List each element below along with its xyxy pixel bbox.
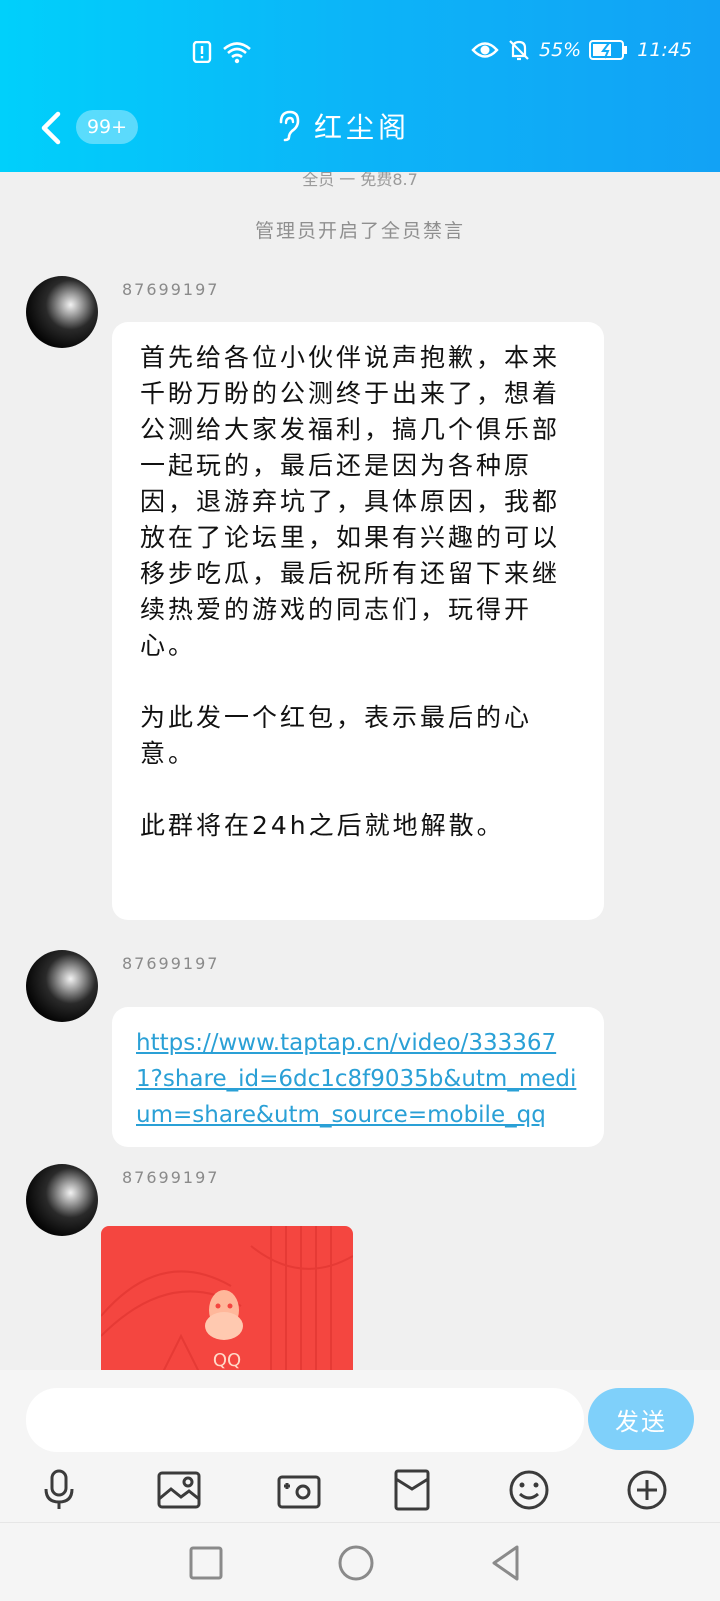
bell-muted-icon [509, 40, 529, 61]
back-arrow-icon[interactable] [34, 108, 68, 148]
message-bubble[interactable]: https://www.taptap.cn/video/3333671?shar… [112, 1007, 604, 1147]
clock-time: 11:45 [637, 39, 692, 61]
message-list[interactable]: 全员 一 免费8.7 管理员开启了全员禁言 87699197 首先给各位小伙伴说… [0, 172, 720, 1370]
avatar[interactable] [26, 1164, 98, 1236]
battery-percent: 55% [539, 39, 582, 61]
microphone-icon [44, 1469, 74, 1509]
system-nav-bar [0, 1522, 720, 1601]
qq-penguin-icon [205, 1290, 243, 1340]
picture-icon [157, 1471, 201, 1509]
input-bar: 发送 [0, 1370, 720, 1522]
camera-icon [277, 1475, 321, 1509]
emoji-icon [509, 1470, 549, 1510]
message-input[interactable] [26, 1388, 584, 1452]
wifi-icon [223, 42, 251, 64]
message-link[interactable]: https://www.taptap.cn/video/3333671?shar… [136, 1030, 576, 1128]
red-packet-button[interactable] [384, 1462, 440, 1518]
more-button[interactable] [619, 1462, 675, 1518]
system-notice: 管理员开启了全员禁言 [254, 220, 465, 242]
sender-name: 87699197 [122, 280, 220, 299]
voice-button[interactable] [31, 1462, 87, 1518]
eye-icon [471, 42, 499, 58]
avatar[interactable] [26, 276, 98, 348]
plus-icon [627, 1470, 667, 1510]
message-bubble[interactable]: 首先给各位小伙伴说声抱歉，本来千盼万盼的公测终于出来了，想着公测给大家发福利，搞… [112, 322, 604, 920]
message-paragraph: 为此发一个红包，表示最后的心意。 [140, 703, 533, 768]
avatar[interactable] [26, 950, 98, 1022]
unread-badge[interactable]: 99+ [76, 110, 138, 144]
message-paragraph: 此群将在24h之后就地解散。 [140, 811, 505, 840]
sender-name: 87699197 [122, 1168, 220, 1187]
emoji-button[interactable] [501, 1462, 557, 1518]
sender-name: 87699197 [122, 954, 220, 973]
recents-icon[interactable] [186, 1543, 226, 1583]
red-packet-card[interactable]: QQ [101, 1226, 353, 1370]
red-packet-pattern [101, 1226, 353, 1370]
battery-icon [589, 40, 628, 60]
picture-button[interactable] [151, 1462, 207, 1518]
chat-title: 红尘阁 [314, 111, 411, 144]
chat-header: 55% 11:45 99+ 红尘阁 [0, 0, 720, 172]
message-paragraph: 首先给各位小伙伴说声抱歉，本来千盼万盼的公测终于出来了，想着公测给大家发福利，搞… [140, 343, 561, 660]
camera-button[interactable] [271, 1462, 327, 1518]
red-packet-label: QQ [212, 1350, 242, 1370]
red-packet-icon [394, 1469, 430, 1511]
back-triangle-icon[interactable] [486, 1543, 526, 1583]
ear-icon[interactable] [276, 109, 302, 143]
home-icon[interactable] [336, 1543, 376, 1583]
status-bar: 55% 11:45 [0, 28, 720, 80]
alert-icon [192, 41, 212, 63]
send-button[interactable]: 发送 [588, 1388, 694, 1450]
system-message-cut: 全员 一 免费8.7 [302, 172, 418, 189]
